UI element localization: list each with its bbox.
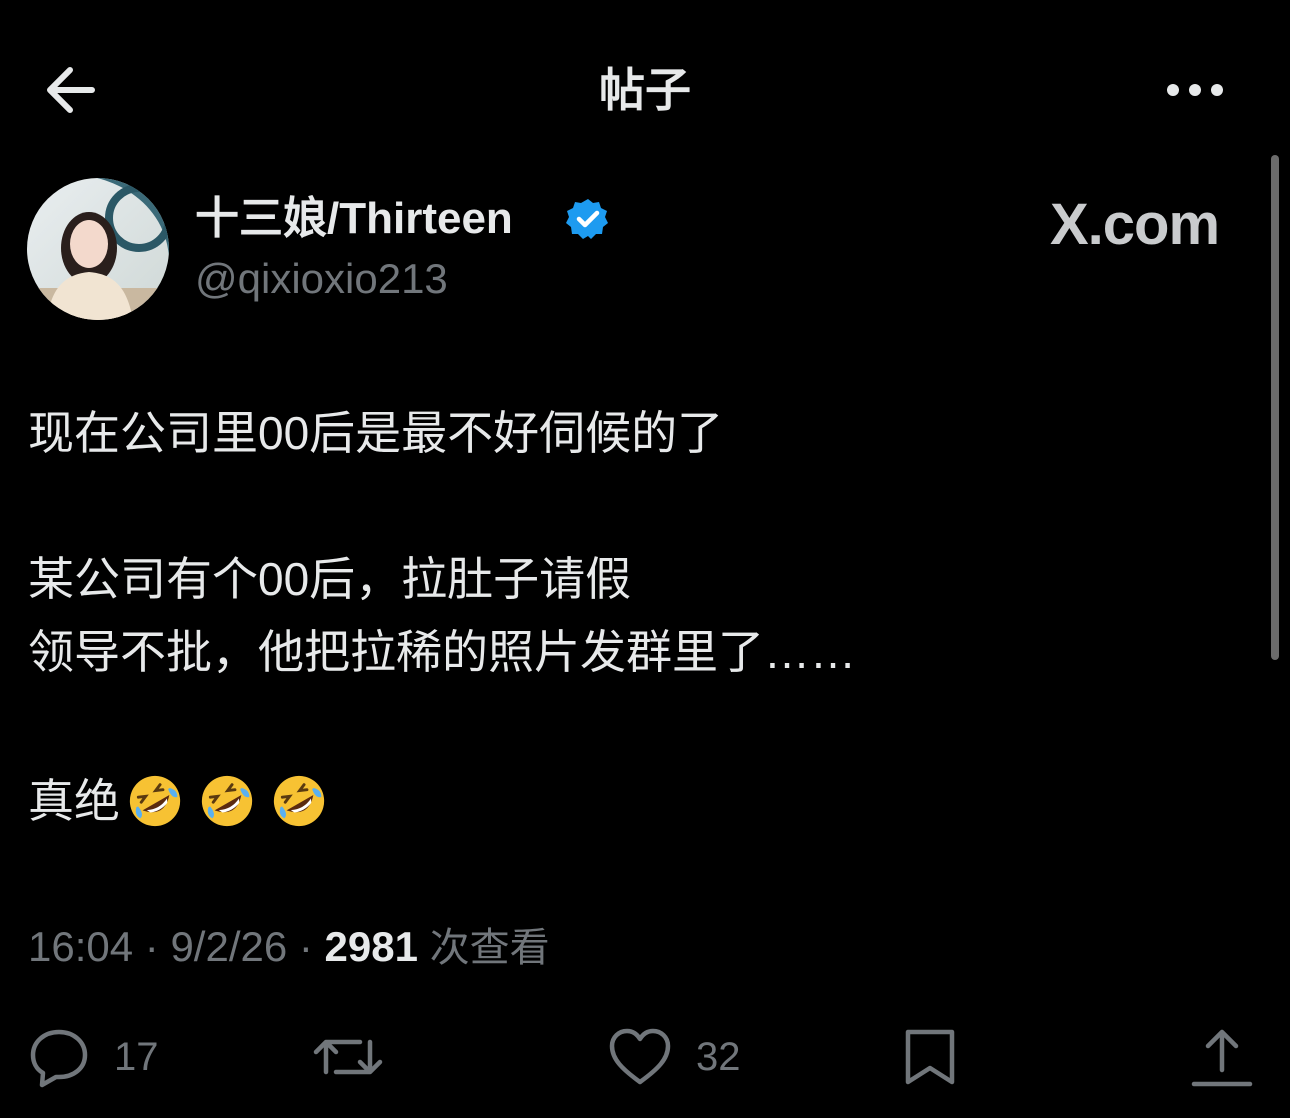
repost-icon (313, 1039, 383, 1075)
reply-count: 17 (114, 1035, 159, 1079)
author-handle[interactable]: @qixioxio213 (195, 253, 448, 305)
bookmark-button[interactable] (902, 1022, 958, 1092)
post-date: 9/2/26 (170, 923, 288, 970)
like-button[interactable]: 32 (608, 1022, 741, 1092)
avatar[interactable] (27, 178, 169, 320)
share-icon (1191, 1029, 1253, 1087)
meta-separator: · (133, 923, 171, 970)
views-count: 2981 (324, 923, 418, 970)
post-text-last: 真绝 (28, 775, 120, 827)
post-time: 16:04 (28, 923, 134, 970)
post-text-line-2: 某公司有个00后，拉肚子请假 (28, 553, 632, 605)
author-name[interactable]: 十三娘/Thirteen (195, 192, 513, 246)
share-button[interactable] (1190, 1022, 1254, 1092)
more-horizontal-icon (1167, 84, 1223, 96)
rolling-laughing-emoji-icon (129, 775, 181, 827)
site-watermark: X.com (1050, 192, 1220, 257)
repost-button[interactable] (312, 1022, 384, 1092)
bookmark-icon (905, 1029, 955, 1085)
like-count: 32 (696, 1035, 741, 1079)
post-meta: 16:04 · 9/2/26 · 2981 次查看 (28, 920, 550, 975)
reply-button[interactable]: 17 (28, 1022, 159, 1092)
verified-badge-icon (566, 197, 610, 241)
post-text-line-1: 现在公司里00后是最不好伺候的了 (28, 407, 724, 459)
rolling-laughing-emoji-icon (201, 775, 253, 827)
views-label: 次查看 (429, 926, 550, 970)
post-text-line-4: 真绝 (28, 771, 328, 831)
reply-icon (30, 1029, 88, 1088)
heart-icon (609, 1028, 671, 1085)
rolling-laughing-emoji-icon (273, 775, 325, 827)
avatar-image (27, 178, 169, 320)
meta-separator: · (287, 923, 325, 970)
more-options-button[interactable] (1160, 72, 1230, 108)
page-title: 帖子 (599, 64, 691, 116)
scrollbar[interactable] (1271, 155, 1279, 660)
post-text-line-3: 领导不批，他把拉稀的照片发群里了…… (28, 626, 856, 678)
